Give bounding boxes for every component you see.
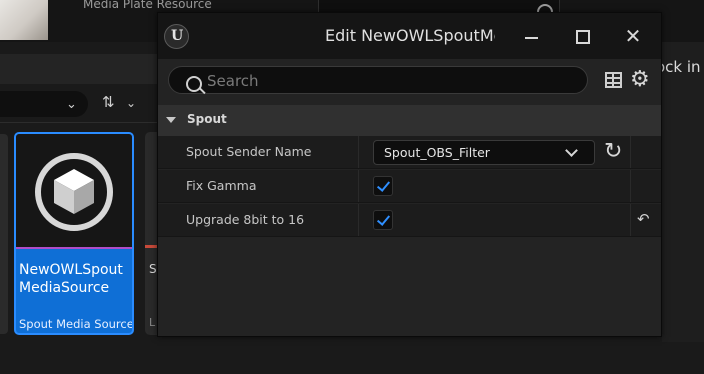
maximize-button[interactable] [566,21,596,51]
property-row-fix-gamma: Fix Gamma [158,170,661,203]
edit-asset-dialog: U Edit NewOWLSpoutMe ✕ ⚙ Spout Spout Sen… [157,12,662,337]
property-label: Spout Sender Name [186,144,312,159]
media-plate-thumbnail [0,0,48,40]
property-label: Upgrade 8bit to 16 [186,212,305,227]
unreal-logo-icon: U [164,24,189,49]
media-plate-label: Media Plate Resource [83,0,212,11]
details-empty-area [158,238,661,336]
media-source-cube-icon [35,153,113,231]
table-icon[interactable] [605,72,622,88]
asset-name: NewOWLSpout MediaSource [19,262,123,296]
asset-type-label: L [149,316,156,329]
sort-icon[interactable]: ⇅ [102,93,115,111]
lock-in-text: ock in [656,58,701,76]
search-box[interactable] [168,66,588,94]
column-splitter [630,136,631,168]
close-button[interactable]: ✕ [618,21,648,51]
reset-arrow-icon[interactable]: ↶ [637,210,650,228]
column-splitter [630,204,631,236]
column-splitter[interactable] [358,170,359,202]
divider [0,122,160,123]
category-header-spout[interactable]: Spout [158,105,661,136]
chevron-down-icon [565,144,578,157]
chevron-down-icon[interactable]: ⌄ [126,96,136,110]
asset-thumbnail [16,134,132,247]
asset-tile-newowlspout-mediasource[interactable]: NewOWLSpout MediaSource Spout Media Sour… [14,132,134,335]
right-panel [662,42,704,342]
gear-icon[interactable]: ⚙ [630,66,650,94]
search-row: ⚙ [158,59,661,103]
category-label: Spout [187,112,227,126]
column-splitter[interactable] [358,136,359,168]
asset-type-color-bar [16,247,132,249]
refresh-icon[interactable]: ↻ [604,139,622,165]
column-splitter [630,170,631,202]
asset-name: S [149,262,157,276]
upgrade-8bit-checkbox[interactable] [373,210,393,230]
dialog-title: Edit NewOWLSpoutMe [325,26,495,45]
combo-value: Spout_OBS_Filter [384,145,490,160]
content-path-bar [0,54,160,84]
asset-type-label: Spout Media Source [19,317,134,331]
property-row-spout-sender-name: Spout Sender Name Spout_OBS_Filter ↻ [158,136,661,169]
dialog-title-bar[interactable]: U Edit NewOWLSpoutMe ✕ [158,13,661,59]
column-splitter[interactable] [358,204,359,236]
property-row-upgrade-8bit: Upgrade 8bit to 16 ↶ [158,204,661,237]
minimize-button[interactable] [516,21,546,51]
search-input[interactable] [205,68,579,94]
spout-sender-combo[interactable]: Spout_OBS_Filter [373,140,595,165]
search-icon [186,76,202,92]
asset-tile-partial[interactable] [0,134,8,334]
collapse-arrow-icon[interactable] [166,117,176,123]
chevron-down-icon[interactable]: ⌄ [66,97,77,112]
fix-gamma-checkbox[interactable] [373,176,393,196]
property-label: Fix Gamma [186,178,257,193]
